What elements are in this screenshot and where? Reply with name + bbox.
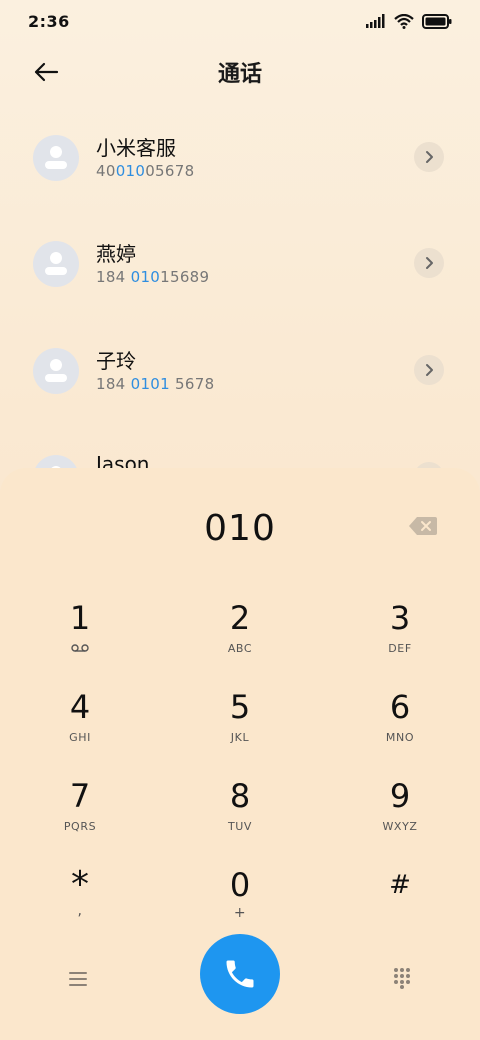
contact-number: 184 01015689 [96,268,210,286]
contact-list: 小米客服 4001005678 燕婷 184 01015689 子玲 184 0… [0,102,480,482]
key-digit: 5 [229,688,251,726]
key-letters: DEF [388,642,412,655]
key-1[interactable]: 1 [25,598,135,678]
header: 通话 [0,42,480,102]
key-digit: 3 [389,599,411,637]
key-hash[interactable]: # [345,865,455,945]
signal-icon [366,14,385,28]
page-title: 通话 [217,62,262,87]
dialpad-sheet: 010 1 2 ABC 3 DEF 4 GHI 5 JKL 6 MNO 7 PQ… [0,468,480,1040]
key-digit: 4 [69,688,91,726]
key-digit: 7 [69,777,91,815]
avatar [33,135,79,181]
status-icons [366,13,452,29]
key-6[interactable]: 6 MNO [345,687,455,767]
key-digit: * [71,864,89,905]
person-icon [45,252,67,275]
contact-number: 4001005678 [96,162,195,180]
phone-icon [226,960,254,988]
key-letters: GHI [69,731,91,744]
match-highlight: 010 [115,162,146,180]
key-5[interactable]: 5 JKL [185,687,295,767]
key-digit: 0 [229,866,251,904]
battery-icon [422,13,452,29]
key-letters: JKL [230,731,250,744]
key-2[interactable]: 2 ABC [185,598,295,678]
contact-detail-button[interactable] [414,142,444,172]
arrow-left-icon [34,62,59,82]
match-highlight: 010 [130,268,161,286]
status-time: 2:36 [28,11,70,31]
menu-icon [69,972,87,986]
key-digit: 6 [389,688,411,726]
person-icon [45,146,67,169]
backspace-button[interactable] [408,516,442,538]
contact-item[interactable]: 小米客服 4001005678 [0,102,480,202]
key-digit: 8 [229,777,251,815]
key-letters: MNO [385,731,415,744]
key-7[interactable]: 7 PQRS [25,776,135,856]
contact-name: 子玲 [96,349,136,373]
contact-name: 燕婷 [96,242,136,266]
back-button[interactable] [26,54,66,90]
backspace-icon [409,517,437,535]
contact-name: 小米客服 [96,136,176,160]
key-8[interactable]: 8 TUV [185,776,295,856]
key-4[interactable]: 4 GHI [25,687,135,767]
keypad-toggle-button[interactable] [386,962,418,994]
key-9[interactable]: 9 WXYZ [345,776,455,856]
key-letters: PQRS [63,820,97,833]
chevron-right-icon [426,364,433,376]
avatar [33,348,79,394]
contact-detail-button[interactable] [414,248,444,278]
dialpad-icon [394,968,410,989]
person-icon [45,359,67,382]
menu-button[interactable] [62,964,94,994]
chevron-right-icon [426,151,433,163]
key-letters: TUV [227,820,253,833]
key-digit: # [389,870,411,900]
key-digit: 9 [389,777,411,815]
avatar [33,241,79,287]
chevron-right-icon [426,257,433,269]
voicemail-icon [25,642,135,655]
contact-item[interactable]: 燕婷 184 01015689 [0,208,480,308]
contact-detail-button[interactable] [414,355,444,385]
key-0[interactable]: 0 + [185,865,295,945]
key-letters: + [233,905,247,921]
wifi-icon [394,13,414,29]
key-star[interactable]: * , [25,865,135,945]
call-button[interactable] [200,934,280,1014]
key-letters: WXYZ [382,820,418,833]
contact-number: 184 0101 5678 [96,375,215,393]
dialer-bottom-bar [0,934,480,1024]
key-digit: 2 [229,599,251,637]
status-bar: 2:36 [0,0,480,42]
match-highlight: 0101 [130,375,170,393]
key-digit: 1 [69,599,91,637]
contact-item[interactable]: 子玲 184 0101 5678 [0,315,480,415]
key-letters: , [77,903,83,919]
key-letters: ABC [227,642,253,655]
key-3[interactable]: 3 DEF [345,598,455,678]
